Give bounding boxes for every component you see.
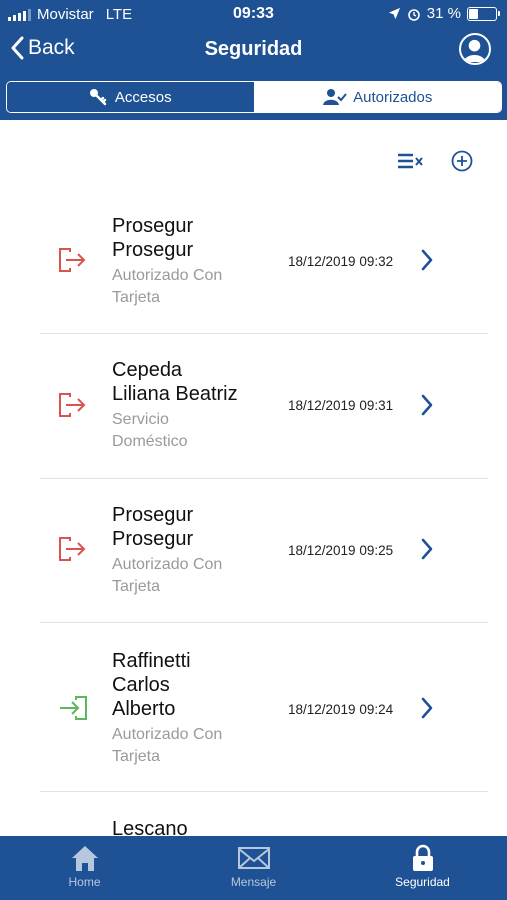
chevron-right-icon [421, 538, 433, 560]
chevron-right-icon [421, 394, 433, 416]
add-button[interactable] [451, 150, 473, 172]
tab-mensaje-label: Mensaje [230, 875, 277, 889]
user-avatar-icon [462, 39, 487, 63]
entry-type-line: Autorizado Con [112, 556, 223, 573]
exit-icon [59, 248, 86, 272]
entry-name-line: Cepeda [112, 359, 183, 381]
entry-type-line: Tarjeta [112, 578, 161, 595]
tab-seguridad[interactable]: Seguridad [338, 836, 507, 900]
location-icon [388, 7, 400, 20]
entry-type-line: Autorizado Con [112, 726, 223, 743]
battery-percent: 31 % [426, 5, 461, 22]
entry-name-line: Prosegur [112, 528, 194, 550]
segmented-control: Accesos Autorizados [6, 81, 502, 113]
envelope-icon [237, 847, 270, 869]
list-toolbar [397, 150, 473, 172]
entry-datetime: 18/12/2019 09:32 [288, 254, 394, 269]
tab-autorizados[interactable]: Autorizados [253, 82, 501, 112]
header: Movistar LTE 09:33 31 % Back Seguridad A… [0, 0, 507, 120]
entry-datetime: 18/12/2019 09:31 [288, 398, 394, 413]
list-item[interactable]: Prosegur Prosegur Autorizado Con Tarjeta… [40, 190, 488, 334]
home-icon [71, 846, 98, 871]
tab-accesos[interactable]: Accesos [7, 82, 254, 112]
entry-name-line: Lescano [112, 818, 188, 836]
list-item[interactable]: Prosegur Prosegur Autorizado Con Tarjeta… [40, 479, 488, 623]
access-list: Prosegur Prosegur Autorizado Con Tarjeta… [40, 190, 488, 836]
enter-icon [60, 696, 87, 720]
tab-mensaje[interactable]: Mensaje [169, 836, 338, 900]
status-bar: Movistar LTE 09:33 31 % [0, 0, 507, 28]
tab-home[interactable]: Home [0, 836, 169, 900]
entry-datetime: 18/12/2019 09:24 [288, 702, 394, 717]
entry-type-line: Autorizado Con [112, 267, 223, 284]
entry-type-line: Servicio [112, 411, 169, 428]
tab-accesos-label: Accesos [114, 88, 172, 106]
profile-button[interactable] [459, 33, 491, 65]
tab-autorizados-label: Autorizados [353, 88, 433, 106]
entry-type-line: Doméstico [112, 433, 188, 450]
bottom-tab-bar: Home Mensaje Seguridad [0, 836, 507, 900]
clear-list-icon [398, 153, 423, 169]
page-title: Seguridad [204, 38, 303, 60]
lock-icon [412, 844, 433, 871]
entry-name-line: Carlos [112, 674, 170, 696]
clear-list-button[interactable] [397, 152, 425, 170]
tab-home-label: Home [68, 875, 101, 889]
battery-icon [467, 6, 500, 21]
entry-name-line: Liliana Beatriz [112, 383, 238, 405]
entry-name-line: Prosegur [112, 504, 194, 526]
entry-name-line: Prosegur [112, 239, 194, 261]
user-check-icon [323, 89, 347, 105]
entry-type-line: Tarjeta [112, 289, 161, 306]
entry-name-line: Alberto [112, 698, 176, 720]
add-circle-icon [451, 150, 473, 172]
alarm-icon [407, 8, 420, 21]
tab-seguridad-label: Seguridad [395, 875, 450, 889]
list-item[interactable]: Lescano [40, 792, 488, 836]
exit-icon [59, 537, 86, 561]
entry-type-line: Tarjeta [112, 748, 161, 765]
entry-name-line: Prosegur [112, 215, 194, 237]
key-icon [89, 89, 107, 106]
entry-name-line: Raffinetti [112, 650, 191, 672]
chevron-right-icon [421, 249, 433, 271]
entry-datetime: 18/12/2019 09:25 [288, 543, 394, 558]
list-item[interactable]: Cepeda Liliana Beatriz Servicio Doméstic… [40, 334, 488, 479]
list-item[interactable]: Raffinetti Carlos Alberto Autorizado Con… [40, 623, 488, 792]
exit-icon [59, 393, 86, 417]
chevron-right-icon [421, 697, 433, 719]
navigation-bar: Back Seguridad [0, 28, 507, 74]
